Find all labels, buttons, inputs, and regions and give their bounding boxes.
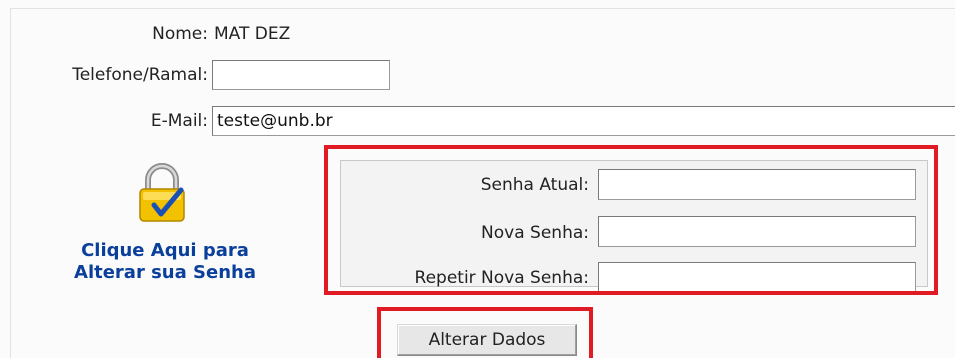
phone-field[interactable]: [212, 60, 390, 90]
name-label: Nome:: [152, 24, 208, 44]
phone-label: Telefone/Ramal:: [72, 65, 208, 85]
change-password-link[interactable]: Clique Aqui para Alterar sua Senha: [30, 160, 300, 295]
email-field[interactable]: teste@unb.br: [212, 106, 955, 136]
change-password-link-line1[interactable]: Clique Aqui para: [30, 240, 300, 262]
email-label: E-Mail:: [150, 111, 208, 131]
submit-highlight-box: [377, 307, 593, 358]
form-top-border: [10, 8, 955, 9]
change-password-link-line2[interactable]: Alterar sua Senha: [30, 262, 300, 284]
padlock-check-icon: [139, 163, 185, 222]
name-value: MAT DEZ: [214, 24, 291, 44]
form-left-border: [10, 8, 11, 358]
password-highlight-box: [324, 145, 938, 295]
